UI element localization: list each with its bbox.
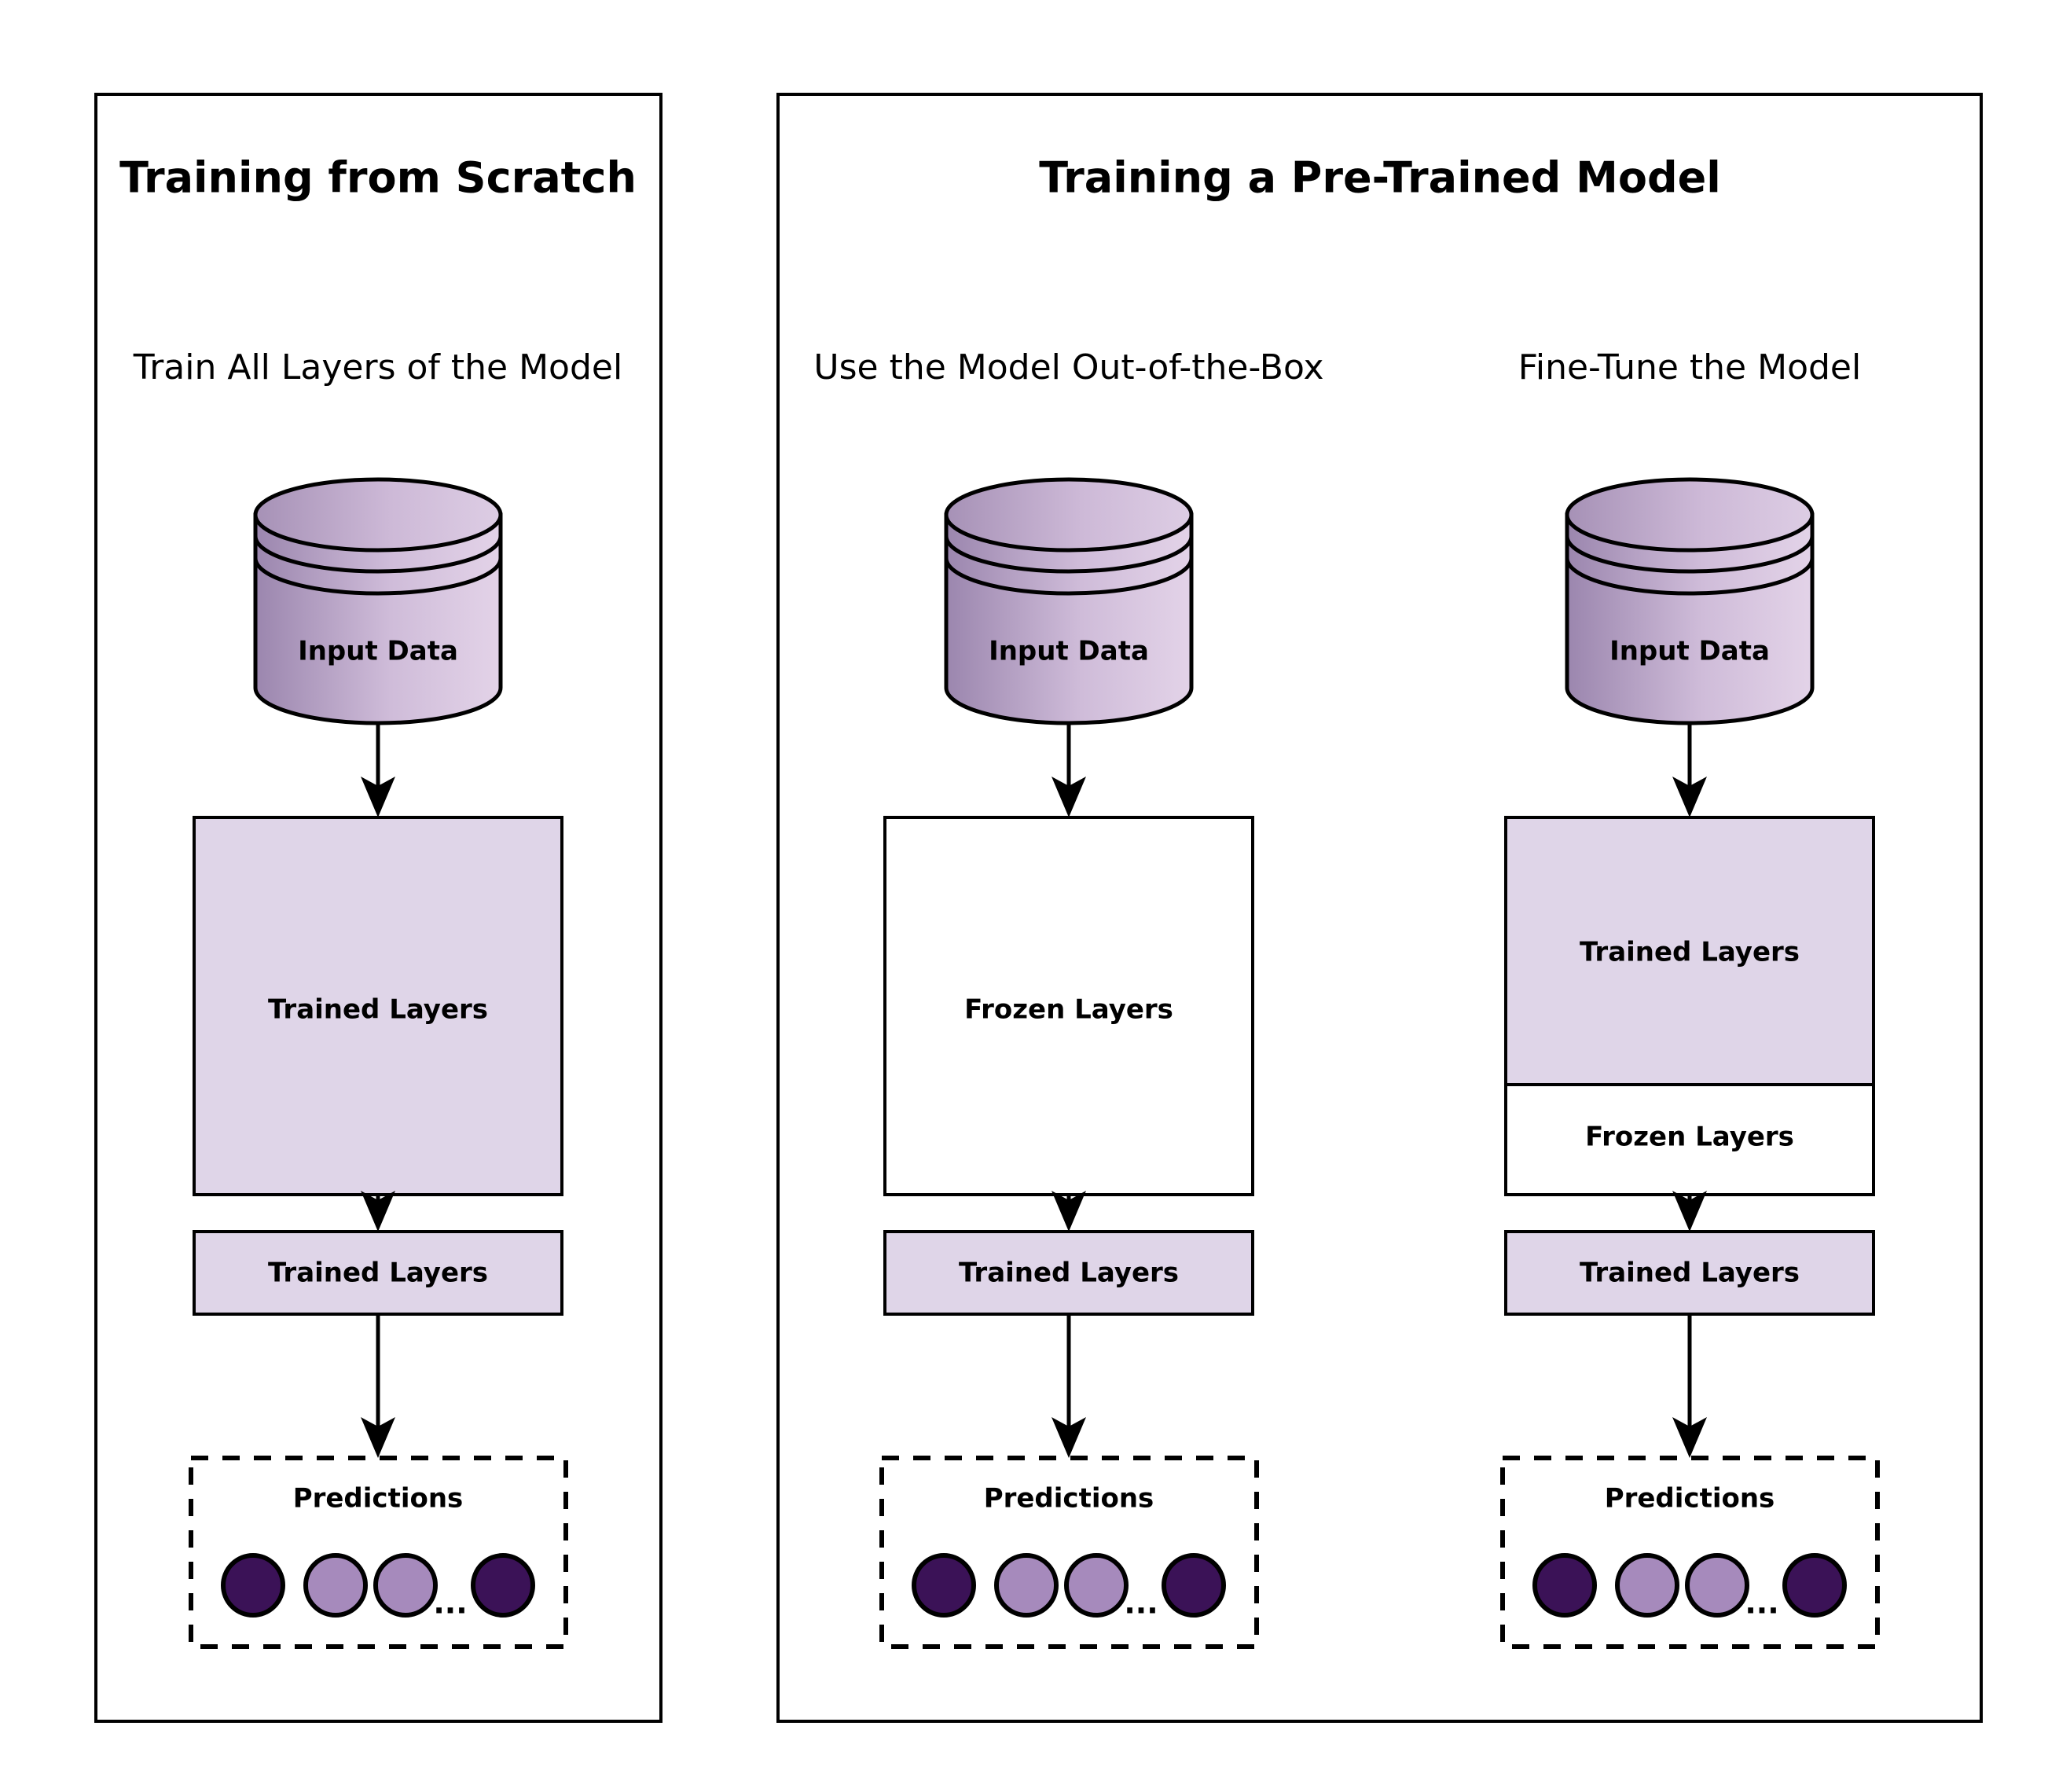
panel-title-training-pretrained: Training a Pre-Trained Model [1039, 153, 1721, 203]
arrow-block-to-head-col2 [1052, 1191, 1086, 1232]
predictions-label-col2: Predictions [984, 1483, 1154, 1515]
input-data-cylinder-col2: Input Data [944, 477, 1194, 725]
prediction-dot-3-col2 [1064, 1553, 1129, 1618]
prediction-dot-1-col2 [912, 1553, 976, 1618]
frozen-layers-label-col2: Frozen Layers [964, 994, 1173, 1026]
arrow-input-to-block-col2 [1052, 723, 1086, 817]
arrow-input-to-block-col3 [1672, 723, 1707, 817]
column-subtitle-out-of-the-box: Use the Model Out-of-the-Box [813, 347, 1323, 387]
predictions-label-col1: Predictions [293, 1483, 464, 1515]
prediction-ellipsis-col2: ... [1124, 1586, 1158, 1621]
trained-layers-label-col1: Trained Layers [268, 994, 488, 1026]
column-subtitle-fine-tune: Fine-Tune the Model [1518, 347, 1861, 387]
input-data-cylinder-col3: Input Data [1565, 477, 1815, 725]
input-data-label-col3: Input Data [1609, 636, 1770, 667]
prediction-dot-4-col2 [1162, 1553, 1226, 1618]
predictions-box-col3: Predictions ... [1500, 1456, 1880, 1649]
arrow-head-to-predictions-col2 [1052, 1314, 1086, 1458]
trained-head-block-col3: Trained Layers [1504, 1230, 1875, 1316]
prediction-dot-1-col3 [1532, 1553, 1597, 1618]
arrow-block-to-head-col3 [1672, 1191, 1707, 1232]
trained-head-block-col2: Trained Layers [883, 1230, 1254, 1316]
column-fine-tune: Input Data Trained Layers Frozen Layers [1500, 477, 1880, 1649]
frozen-layers-block-col3: Frozen Layers [1504, 1083, 1875, 1196]
input-data-label-col2: Input Data [989, 636, 1149, 667]
column-train-all-layers: Input Data Trained Layers Trained Layers [189, 477, 568, 1649]
predictions-box-col1: Predictions ... [189, 1456, 568, 1649]
predictions-box-col2: Predictions ... [879, 1456, 1259, 1649]
trained-layers-block-col1: Trained Layers [193, 816, 563, 1196]
prediction-dot-4-col3 [1782, 1553, 1847, 1618]
arrow-block-to-head-col1 [361, 1191, 395, 1232]
input-data-cylinder-col1: Input Data [253, 477, 503, 725]
prediction-dot-3-col3 [1685, 1553, 1749, 1618]
input-data-label-col1: Input Data [298, 636, 458, 667]
panel-title-training-from-scratch: Training from Scratch [119, 153, 637, 203]
arrow-head-to-predictions-col1 [361, 1314, 395, 1458]
prediction-ellipsis-col3: ... [1745, 1586, 1778, 1621]
trained-layers-block-col3: Trained Layers [1504, 816, 1875, 1086]
prediction-dot-4-col1 [471, 1553, 535, 1618]
trained-head-label-col2: Trained Layers [959, 1258, 1179, 1289]
trained-head-label-col1: Trained Layers [268, 1258, 488, 1289]
trained-head-block-col1: Trained Layers [193, 1230, 563, 1316]
frozen-layers-block-col2: Frozen Layers [883, 816, 1254, 1196]
column-out-of-the-box: Input Data Frozen Layers Trained Layers [879, 477, 1259, 1649]
predictions-label-col3: Predictions [1605, 1483, 1775, 1515]
column-subtitle-train-all-layers: Train All Layers of the Model [133, 347, 622, 387]
arrow-head-to-predictions-col3 [1672, 1314, 1707, 1458]
trained-layers-label-col3: Trained Layers [1580, 937, 1800, 968]
trained-head-label-col3: Trained Layers [1580, 1258, 1800, 1289]
prediction-dot-2-col3 [1615, 1553, 1679, 1618]
prediction-dot-3-col1 [373, 1553, 438, 1618]
arrow-input-to-block-col1 [361, 723, 395, 817]
prediction-dot-1-col1 [221, 1553, 285, 1618]
prediction-dot-2-col1 [303, 1553, 368, 1618]
diagram-canvas: Training from Scratch Training a Pre-Tra… [0, 0, 2070, 1792]
prediction-dot-2-col2 [994, 1553, 1059, 1618]
transfer-learning-diagram: Training from Scratch Training a Pre-Tra… [94, 93, 1983, 1723]
frozen-layers-label-col3: Frozen Layers [1585, 1122, 1794, 1153]
prediction-ellipsis-col1: ... [433, 1586, 467, 1621]
